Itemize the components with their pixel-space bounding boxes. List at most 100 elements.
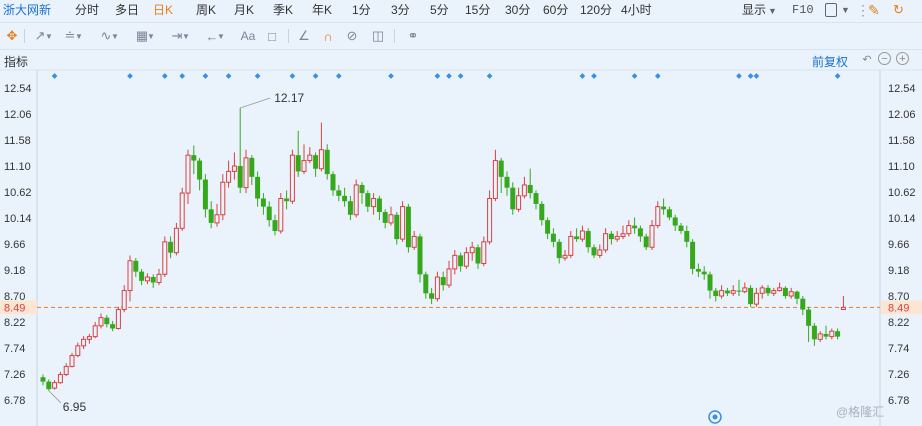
candle-body <box>371 198 377 208</box>
trash-icon[interactable]: ◫ <box>366 26 390 46</box>
chevron-down-icon[interactable]: ▼ <box>181 26 191 46</box>
period-tab[interactable]: 周K <box>196 0 216 22</box>
display-menu[interactable]: 显示 ▼ <box>742 0 777 22</box>
candle-body <box>626 225 632 235</box>
hide-drawings-icon[interactable]: ⊘ <box>340 26 364 46</box>
chevron-down-icon[interactable]: ▼ <box>146 26 156 46</box>
stock-name[interactable]: 浙大网新 <box>3 0 51 22</box>
watermark: @格隆汇 <box>836 405 885 419</box>
magnet-icon[interactable]: ∩ <box>316 26 340 46</box>
period-tab[interactable]: 30分 <box>505 0 530 22</box>
candle-body <box>226 170 232 183</box>
candle-body <box>597 249 603 256</box>
text-tool-icon[interactable]: Aa <box>236 26 260 46</box>
candle-body <box>742 287 748 293</box>
period-tab[interactable]: 日K <box>153 0 173 22</box>
event-marker <box>834 73 841 79</box>
refresh-icon[interactable]: ↻ <box>893 0 904 22</box>
candle-body <box>753 292 759 305</box>
f10-button[interactable]: F10 <box>792 0 814 22</box>
candle-body <box>394 214 400 240</box>
period-tab[interactable]: 多日 <box>115 0 139 22</box>
eraser-icon[interactable]: ∠ <box>292 26 316 46</box>
candle-body <box>40 377 46 382</box>
period-tab[interactable]: 年K <box>312 0 332 22</box>
candle-body <box>260 198 266 207</box>
event-marker <box>312 73 319 79</box>
y-tick-label-right: 9.18 <box>888 265 909 277</box>
chevron-down-icon[interactable]: ▼ <box>841 0 850 22</box>
candle-body <box>365 193 371 207</box>
candle-body <box>208 209 214 223</box>
event-marker <box>631 73 638 79</box>
candle-body <box>707 274 713 291</box>
candle-body <box>487 198 493 243</box>
candle-body <box>86 336 92 340</box>
candle-body <box>556 241 562 259</box>
candle-body <box>46 381 52 390</box>
high-annotation: 12.17 <box>274 91 304 105</box>
candle-body <box>289 154 295 202</box>
candle-body <box>817 333 823 340</box>
candle-body <box>672 217 678 226</box>
chevron-down-icon[interactable]: ▼ <box>110 26 120 46</box>
period-tab[interactable]: 1分 <box>352 0 371 22</box>
candle-body <box>690 241 696 269</box>
y-tick-label-right: 9.66 <box>888 239 909 251</box>
candle-body <box>782 287 788 296</box>
period-tab[interactable]: 60分 <box>543 0 568 22</box>
link-icon[interactable]: ⚭ <box>398 26 428 46</box>
candle-body <box>492 160 498 200</box>
candle-body <box>800 298 806 310</box>
candle-body <box>811 325 817 340</box>
event-marker <box>591 73 597 79</box>
low-annotation-leader <box>48 390 62 404</box>
period-tab[interactable]: 分时 <box>75 0 99 22</box>
y-tick-label-left: 6.78 <box>4 395 25 407</box>
candle-body <box>342 195 348 202</box>
chevron-down-icon[interactable]: ▼ <box>216 26 226 46</box>
event-marker <box>388 73 394 79</box>
candle-body <box>336 190 342 196</box>
y-tick-label-right: 7.74 <box>888 343 909 355</box>
event-marker <box>753 73 760 79</box>
layout-toggle-icon[interactable] <box>825 3 837 17</box>
candle-body <box>568 235 574 256</box>
period-tab[interactable]: 季K <box>273 0 293 22</box>
y-tick-label-right: 6.78 <box>888 395 909 407</box>
event-marker <box>127 73 133 79</box>
candle-body <box>771 290 777 294</box>
period-tab[interactable]: 4小时 <box>621 0 652 22</box>
chevron-down-icon[interactable]: ▼ <box>44 26 54 46</box>
note-tool-icon[interactable]: □ <box>260 26 284 46</box>
candle-body <box>719 290 725 297</box>
y-tick-label-left: 7.26 <box>4 369 25 381</box>
candle-body <box>57 374 63 384</box>
period-tab[interactable]: 5分 <box>430 0 449 22</box>
candle-body <box>545 220 551 234</box>
event-marker <box>161 73 168 79</box>
pencil-icon[interactable]: ✎ <box>868 0 880 22</box>
period-tab[interactable]: 120分 <box>580 0 612 22</box>
period-tab-bar: 浙大网新 分时 多日 日K 周K 月K 季K 年K 1分 3分 5分 15分 30分 60分 120分 4小时 <box>0 0 922 23</box>
chevron-down-icon[interactable]: ▼ <box>74 26 84 46</box>
chevron-down-icon: ▼ <box>768 6 777 16</box>
candle-body <box>69 355 75 367</box>
y-tick-label-left: 7.74 <box>4 343 25 355</box>
period-tab[interactable]: 3分 <box>391 0 410 22</box>
candle-body <box>110 324 116 329</box>
candle-body <box>574 236 580 240</box>
candle-body <box>777 287 783 292</box>
period-tab[interactable]: 月K <box>234 0 254 22</box>
candle-body <box>806 309 812 326</box>
candle-body <box>168 241 174 253</box>
candle-body <box>510 187 516 210</box>
candle-body <box>643 236 649 248</box>
candle-body <box>736 290 742 292</box>
candlestick-plot: 12.54 12.54 12.06 12.06 11.58 11.58 11.10 11.10… <box>0 69 922 426</box>
candle-body <box>649 225 655 248</box>
event-marker <box>457 73 464 79</box>
crosshair-icon[interactable]: ✥ <box>0 26 24 46</box>
period-tab[interactable]: 15分 <box>465 0 490 22</box>
kline-chart[interactable]: 指标 前复权 ↶ − + 12.54 12.54 12.06 12.06 11.58 11… <box>0 50 922 426</box>
